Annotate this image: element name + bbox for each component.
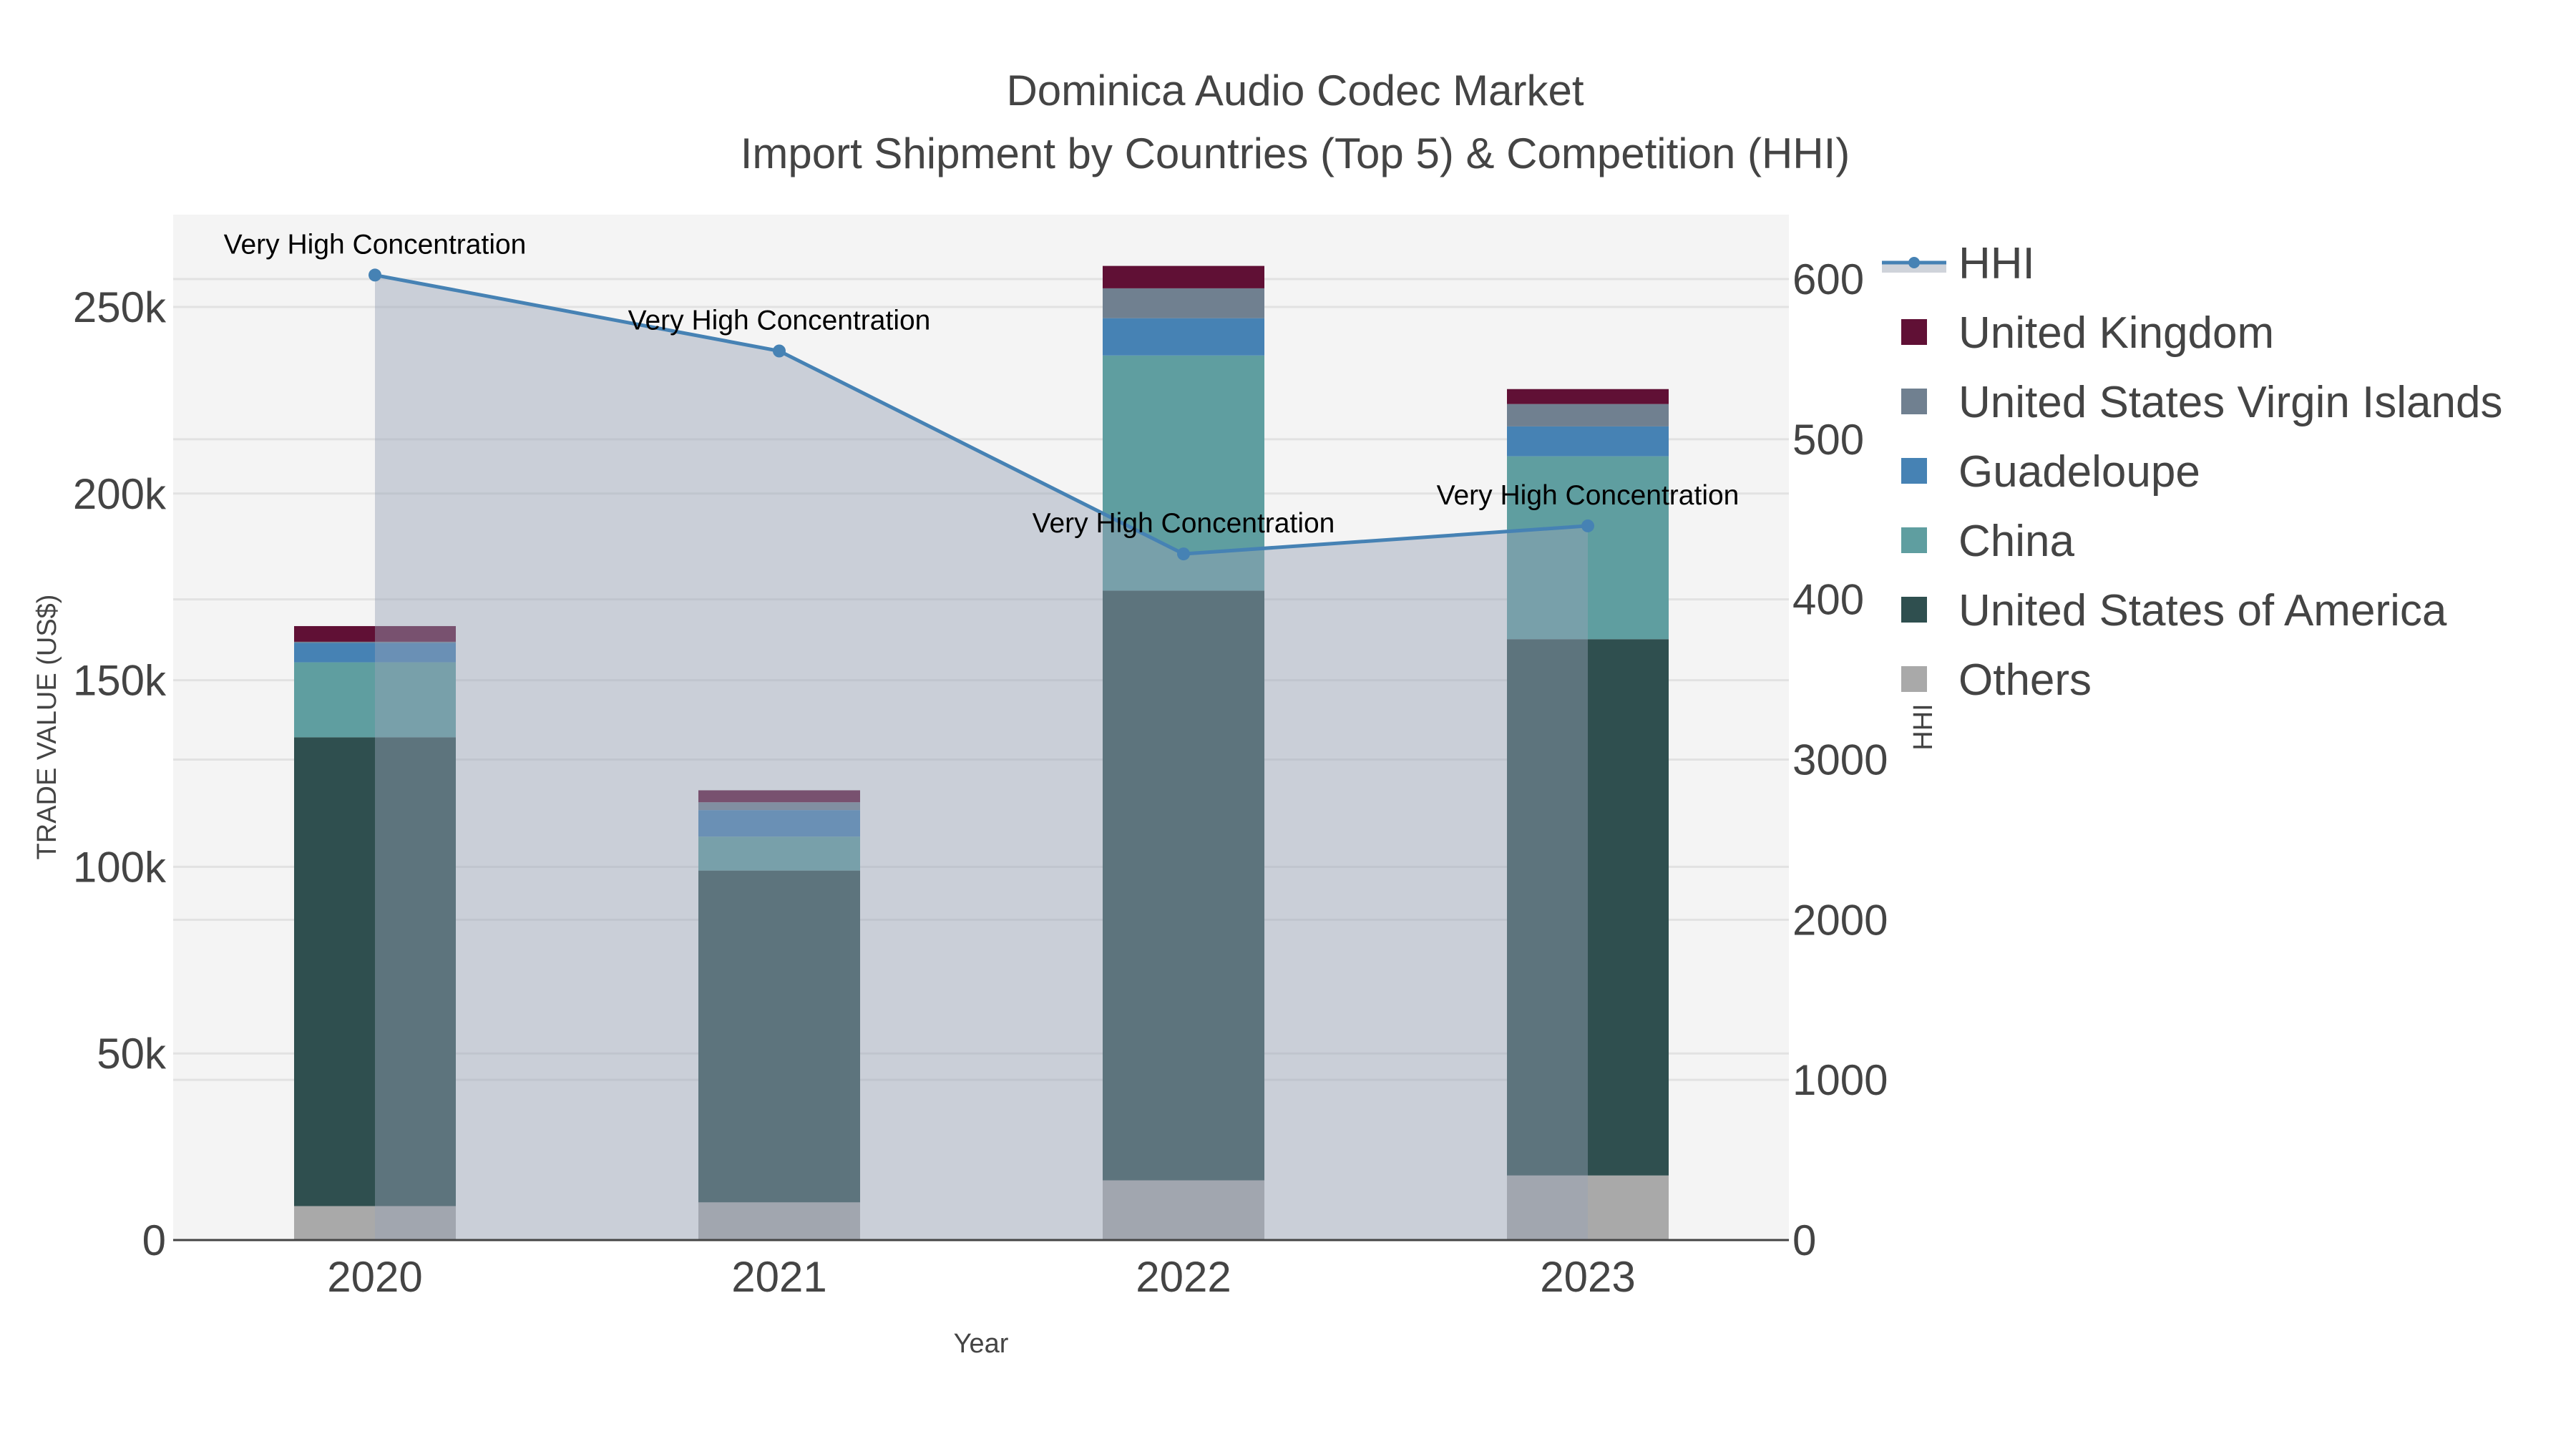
y-tick-label: 200k bbox=[73, 470, 167, 518]
legend-label-united-states-virgin-islands: United States Virgin Islands bbox=[1958, 378, 2503, 427]
legend-label-guadeloupe: Guadeloupe bbox=[1958, 447, 2200, 497]
hhi-point-2021 bbox=[773, 344, 786, 358]
chart-title: Dominica Audio Codec Market bbox=[1006, 67, 1584, 114]
hhi-point-2023 bbox=[1581, 519, 1594, 532]
x-tick-label: 2020 bbox=[327, 1253, 422, 1301]
legend-swatch-united-kingdom bbox=[1901, 319, 1927, 345]
y-tick-label: 100k bbox=[73, 843, 167, 891]
hhi-annotation: Very High Concentration bbox=[628, 306, 931, 336]
y-axis-title: TRADE VALUE (US$) bbox=[32, 595, 62, 860]
x-tick-label: 2021 bbox=[731, 1253, 826, 1301]
y2-tick-label: 400 bbox=[1792, 576, 1864, 624]
hhi-point-2022 bbox=[1177, 547, 1190, 561]
chart-subtitle: Import Shipment by Countries (Top 5) & C… bbox=[741, 130, 1850, 177]
bar-united-states-virgin-islands-2022 bbox=[1103, 288, 1264, 318]
hhi-annotation: Very High Concentration bbox=[224, 229, 527, 260]
y2-tick-label: 2000 bbox=[1792, 896, 1888, 944]
y-tick-label: 250k bbox=[73, 283, 167, 331]
legend-hhi-marker bbox=[1908, 257, 1920, 268]
legend-swatch-united-states-of-america bbox=[1901, 597, 1927, 623]
legend-label-china: China bbox=[1958, 517, 2075, 566]
bar-guadeloupe-2023 bbox=[1507, 426, 1669, 457]
legend-swatch-china bbox=[1901, 527, 1927, 553]
x-tick-label: 2022 bbox=[1136, 1253, 1231, 1301]
bar-united-kingdom-2022 bbox=[1103, 265, 1264, 288]
bar-guadeloupe-2022 bbox=[1103, 318, 1264, 356]
legend-swatch-united-states-virgin-islands bbox=[1901, 389, 1927, 414]
y2-axis-title: HHI bbox=[1908, 703, 1938, 750]
x-axis-title: Year bbox=[954, 1329, 1009, 1359]
hhi-annotation: Very High Concentration bbox=[1437, 480, 1740, 511]
bar-united-kingdom-2023 bbox=[1507, 389, 1669, 404]
y2-tick-label: 1000 bbox=[1792, 1056, 1888, 1104]
legend-label-others: Others bbox=[1958, 655, 2092, 705]
y2-tick-label: 600 bbox=[1792, 255, 1864, 303]
legend-label-hhi: HHI bbox=[1958, 239, 2035, 288]
bar-united-states-virgin-islands-2023 bbox=[1507, 404, 1669, 426]
y-tick-label: 150k bbox=[73, 657, 167, 705]
chart: Very High Concentration Very High Concent… bbox=[32, 67, 2503, 1359]
hhi-annotation: Very High Concentration bbox=[1033, 508, 1335, 539]
legend-label-united-kingdom: United Kingdom bbox=[1958, 308, 2274, 358]
legend-swatch-guadeloupe bbox=[1901, 458, 1927, 484]
y2-tick-label: 0 bbox=[1792, 1216, 1816, 1264]
y2-tick-label: 3000 bbox=[1792, 736, 1888, 784]
legend-label-united-states-of-america: United States of America bbox=[1958, 586, 2447, 635]
y-tick-label: 50k bbox=[97, 1030, 167, 1078]
y-tick-label: 0 bbox=[142, 1216, 166, 1264]
y2-tick-label: 500 bbox=[1792, 416, 1864, 464]
legend-swatch-others bbox=[1901, 666, 1927, 692]
x-tick-label: 2023 bbox=[1540, 1253, 1635, 1301]
hhi-point-2020 bbox=[369, 268, 381, 282]
